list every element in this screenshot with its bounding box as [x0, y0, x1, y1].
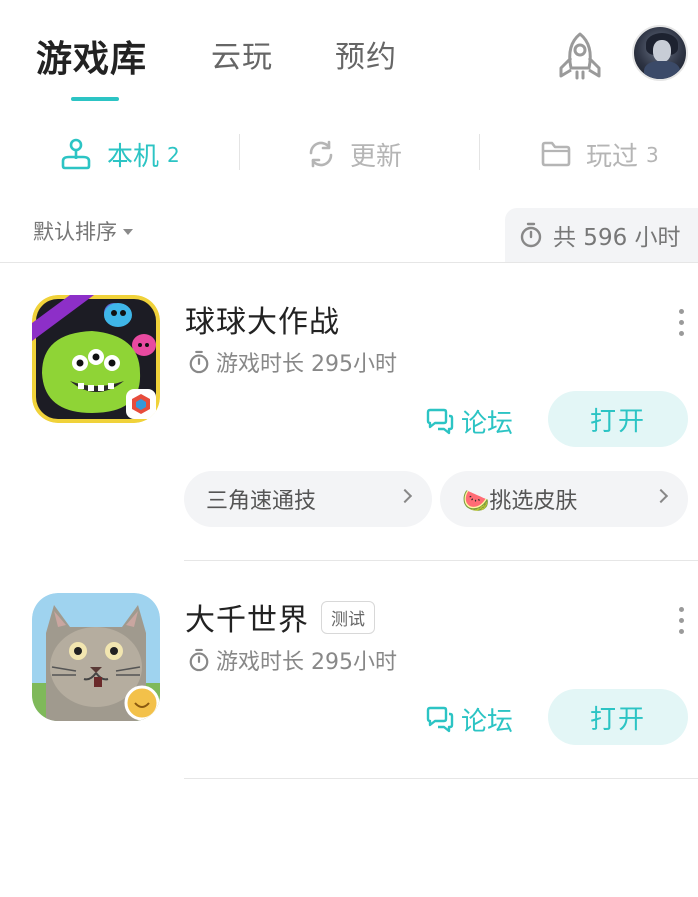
- subtab-played-count: 3: [646, 143, 659, 167]
- sort-row: 默认排序 共 596 小时: [0, 206, 698, 262]
- guide-chip-label: 三角速通技: [206, 489, 317, 514]
- game-playtime-text: 游戏时长 295小时: [216, 650, 397, 675]
- subtab-played[interactable]: 玩过 3: [540, 132, 659, 176]
- game-title-text: 球球大作战: [185, 305, 340, 340]
- rocket-icon[interactable]: [553, 30, 607, 82]
- subtab-update-label: 更新: [350, 141, 403, 172]
- test-badge: 测试: [321, 600, 375, 634]
- subtab-local-count: 2: [167, 143, 180, 167]
- total-playtime: 共 596 小时: [505, 208, 698, 262]
- open-button[interactable]: 打开: [548, 391, 688, 447]
- more-icon[interactable]: [676, 607, 686, 635]
- subtab-update[interactable]: 更新: [306, 132, 402, 176]
- tab-divider: [479, 134, 480, 170]
- forum-label: 论坛: [461, 707, 514, 737]
- skin-chip[interactable]: 🍉挑选皮肤: [440, 471, 688, 527]
- stopwatch-icon: [189, 648, 209, 672]
- subtab-local[interactable]: 本机 2: [59, 132, 180, 176]
- game-icon-world[interactable]: [32, 593, 160, 721]
- sub-tab-bar: 本机 2 更新 玩过 3: [0, 132, 698, 176]
- game-playtime: 游戏时长 295小时: [188, 644, 397, 676]
- skin-chip-label: 🍉挑选皮肤: [462, 489, 578, 514]
- chat-icon: [426, 706, 454, 732]
- more-icon[interactable]: [676, 309, 686, 337]
- tab-cloud-play[interactable]: 云玩: [211, 32, 273, 76]
- caret-down-icon: [123, 229, 133, 235]
- active-tab-indicator: [71, 97, 119, 101]
- guide-chip[interactable]: 三角速通技: [184, 471, 432, 527]
- chevron-right-icon: [653, 488, 669, 504]
- top-tab-bar: 游戏库 云玩 预约: [0, 0, 698, 110]
- subtab-played-label: 玩过: [586, 141, 639, 172]
- stopwatch-icon: [189, 350, 209, 374]
- joystick-icon: [61, 138, 91, 170]
- sort-label: 默认排序: [33, 220, 117, 244]
- total-playtime-text: 共 596 小时: [553, 225, 681, 251]
- chat-icon: [426, 408, 454, 434]
- chevron-right-icon: [397, 488, 413, 504]
- open-button[interactable]: 打开: [548, 689, 688, 745]
- game-playtime-text: 游戏时长 295小时: [216, 352, 397, 377]
- game-playtime: 游戏时长 295小时: [188, 346, 397, 378]
- avatar[interactable]: [632, 25, 688, 81]
- game-title[interactable]: 球球大作战: [185, 297, 340, 341]
- divider: [184, 778, 698, 779]
- tab-reservation[interactable]: 预约: [335, 32, 397, 76]
- tab-game-library[interactable]: 游戏库: [36, 30, 147, 82]
- game-title[interactable]: 大千世界 测试: [185, 595, 375, 639]
- divider: [0, 262, 698, 263]
- subtab-local-label: 本机: [107, 141, 160, 172]
- game-title-text: 大千世界: [185, 603, 309, 638]
- forum-button[interactable]: 论坛: [425, 701, 513, 738]
- stopwatch-icon: [520, 222, 542, 248]
- tab-divider: [239, 134, 240, 170]
- folder-icon: [541, 141, 571, 167]
- divider: [184, 560, 698, 561]
- refresh-icon: [309, 140, 333, 168]
- game-icon-balls[interactable]: [32, 295, 160, 423]
- forum-button[interactable]: 论坛: [425, 403, 513, 440]
- forum-label: 论坛: [461, 409, 514, 439]
- sort-dropdown[interactable]: 默认排序: [33, 216, 133, 246]
